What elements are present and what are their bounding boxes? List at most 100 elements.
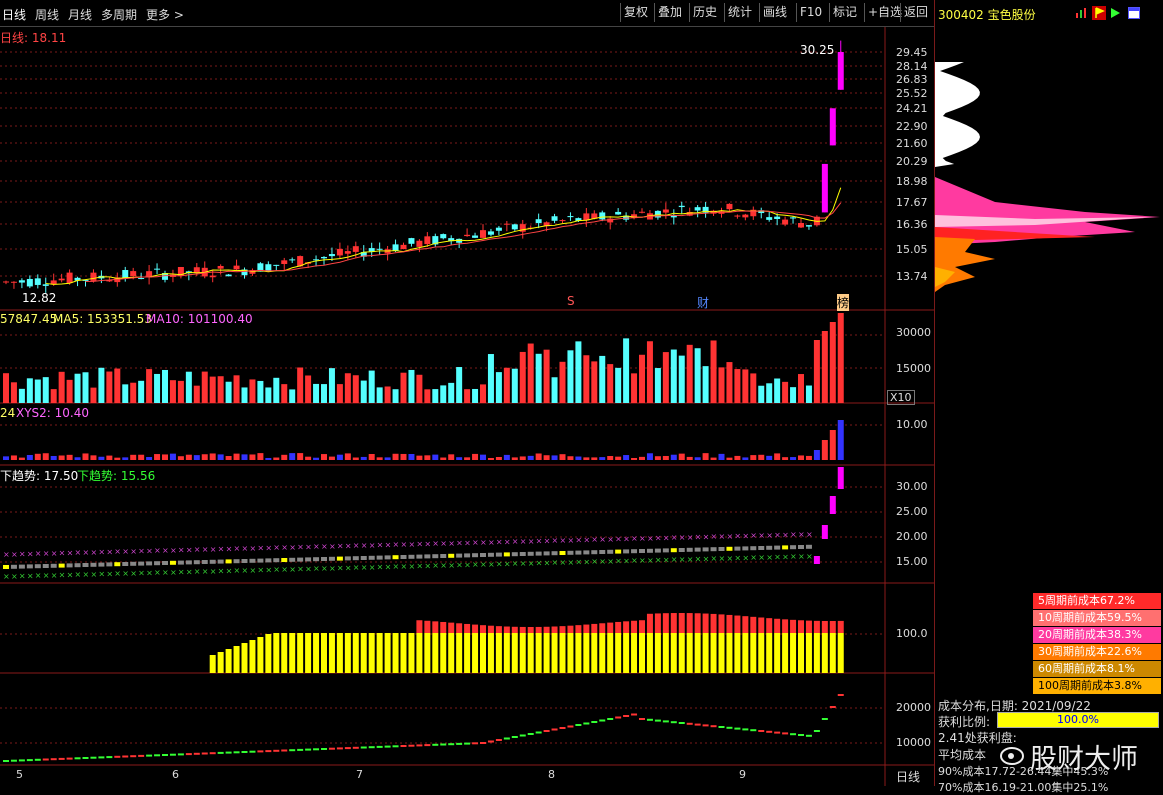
- trend-lower-mark: ×: [591, 557, 598, 566]
- marker-finance[interactable]: 财: [697, 294, 709, 311]
- xys-bar: [376, 457, 383, 460]
- bottom-line-segment: [26, 759, 33, 762]
- volume-bar: [209, 376, 216, 403]
- bottom-line-segment: [686, 722, 693, 725]
- trend-upper-mark: ×: [19, 550, 26, 559]
- volume-bar: [98, 367, 105, 403]
- cost-bar-red: [567, 625, 574, 633]
- trend-block: [138, 561, 145, 566]
- flag-icon[interactable]: [1092, 6, 1106, 20]
- cost-bar-red: [575, 625, 582, 633]
- candle-body: [265, 264, 272, 272]
- trend-upper-mark: ×: [146, 546, 153, 555]
- trend-upper-mark: ×: [305, 542, 312, 551]
- trend-lower-mark: ×: [456, 561, 463, 570]
- trend-block: [456, 553, 463, 558]
- trend-upper-mark: ×: [43, 549, 50, 558]
- bottom-line-segment: [74, 757, 81, 760]
- xys-bar: [495, 456, 502, 460]
- volume-bar: [169, 380, 176, 403]
- bottom-line-segment: [758, 730, 765, 732]
- trend-upper-mark: ×: [130, 547, 137, 556]
- trend-lower-mark: ×: [226, 566, 233, 575]
- period-tab-daily[interactable]: 日线: [2, 6, 26, 23]
- period-tab-multi[interactable]: 多周期: [101, 6, 137, 23]
- x-axis-label: 5: [16, 768, 23, 781]
- trend-lower-mark: ×: [130, 569, 137, 578]
- toolbar-button-overlay[interactable]: 叠加: [654, 3, 685, 22]
- volume-bar: [42, 377, 49, 403]
- period-tab-more[interactable]: 更多 >: [146, 6, 184, 23]
- trend-upper-mark: ×: [528, 537, 535, 546]
- trend-lower-mark: ×: [424, 561, 431, 570]
- volume-bar: [805, 385, 812, 403]
- toolbar-button-mark[interactable]: 标记: [829, 3, 860, 22]
- bottom-line-segment: [734, 727, 741, 730]
- trend-block: [305, 557, 312, 562]
- bottom-line-segment: [511, 736, 518, 738]
- trend-block: [360, 556, 367, 560]
- trend-upper-mark: ×: [90, 548, 97, 557]
- bottom-line-segment: [138, 754, 145, 757]
- volume-bar: [742, 369, 749, 403]
- cost-bar-red: [551, 626, 558, 633]
- trend-lower-mark: ×: [51, 571, 58, 580]
- trend-upper-mark: ×: [202, 545, 209, 554]
- candle-body: [821, 163, 828, 213]
- trend-lower-mark: ×: [512, 559, 519, 568]
- cost-bar-yellow: [782, 633, 789, 673]
- bottom-line-segment: [774, 731, 781, 734]
- cost-bar-red: [456, 623, 463, 633]
- trend-lower-mark: ×: [655, 556, 662, 565]
- trend-upper-mark: ×: [679, 533, 686, 542]
- xys-bar: [50, 455, 57, 460]
- trend-upper-mark: ×: [249, 544, 256, 553]
- trend-lower-mark: ×: [114, 569, 121, 578]
- marker-s[interactable]: S: [567, 294, 575, 308]
- toolbar-button-stats[interactable]: 统计: [724, 3, 755, 22]
- marker-billboard[interactable]: 榜: [837, 294, 850, 311]
- bottom-line-segment: [710, 725, 717, 728]
- trend-lower-mark: ×: [734, 554, 741, 563]
- period-tab-monthly[interactable]: 月线: [68, 6, 92, 23]
- chip-distribution-chart: [935, 62, 1160, 292]
- bottom-line-segment: [146, 754, 153, 757]
- cost-bar-yellow: [575, 633, 582, 673]
- xys-bar: [82, 453, 89, 460]
- window-icon[interactable]: [1128, 7, 1140, 19]
- bottom-line-segment: [249, 750, 256, 753]
- bottom-line-segment: [344, 747, 351, 750]
- trend-upper-mark: ×: [758, 531, 765, 540]
- cost-bar-yellow: [742, 633, 749, 673]
- cost-bar-yellow: [551, 633, 558, 673]
- bottom-line-segment: [623, 715, 630, 717]
- period-tab-weekly[interactable]: 周线: [35, 6, 59, 23]
- volume-bar: [249, 379, 256, 403]
- candle-body: [503, 223, 510, 225]
- cost-bar-yellow: [805, 633, 812, 673]
- toolbar-button-back[interactable]: 返回: [900, 3, 931, 22]
- toolbar-button-add-watchlist[interactable]: +自选: [864, 3, 905, 22]
- play-icon[interactable]: [1109, 7, 1121, 19]
- volume-bar: [289, 389, 296, 403]
- trend-block: [241, 559, 248, 563]
- toolbar-button-fuquan[interactable]: 复权: [620, 3, 651, 22]
- toolbar-button-draw[interactable]: 画线: [759, 3, 790, 22]
- bottom-line-segment: [599, 719, 606, 722]
- candle-body: [639, 211, 645, 213]
- toolbar-button-history[interactable]: 历史: [689, 3, 720, 22]
- chart-mode-icon[interactable]: [1075, 7, 1087, 19]
- trend-upper-mark: ×: [750, 531, 757, 540]
- xys-bar: [408, 453, 415, 460]
- xys-bar: [472, 453, 479, 460]
- trend-block: [535, 551, 542, 556]
- kline-chart-area[interactable]: ××××××××××××××××××××××××××××××××××××××××…: [0, 27, 934, 786]
- toolbar-button-f10[interactable]: F10: [796, 3, 825, 22]
- cost-bar-yellow: [495, 633, 502, 673]
- trend-block: [98, 562, 105, 567]
- trend-block: [742, 546, 749, 551]
- cost-bar-red: [511, 626, 518, 633]
- cost-bar-yellow: [670, 633, 677, 673]
- xys-bar: [257, 453, 264, 460]
- trend-upper-mark: ×: [218, 545, 225, 554]
